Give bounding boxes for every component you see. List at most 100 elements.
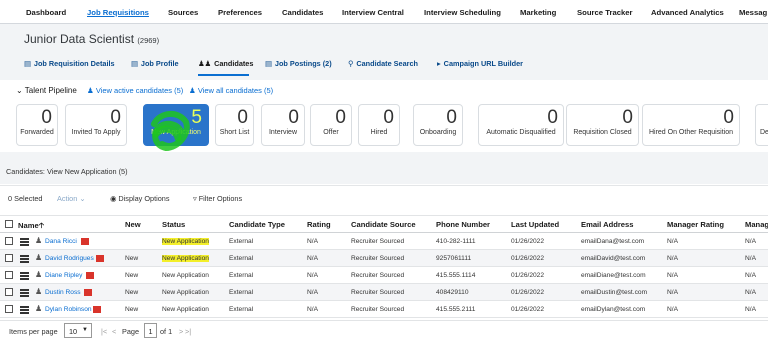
cell-rating: N/A (307, 255, 318, 262)
nav-marketing[interactable]: Marketing (520, 8, 556, 17)
stage-count: 5 (191, 107, 202, 128)
stage-invited-to-apply[interactable]: 0 Invited To Apply (65, 104, 127, 146)
cell-manager-rating: N/A (667, 238, 678, 245)
row-checkbox[interactable] (5, 237, 13, 245)
menu-icon[interactable] (20, 289, 29, 297)
last-page-icon[interactable]: >| (185, 327, 191, 336)
stage-label: Requisition Closed (573, 129, 632, 136)
stage-hired[interactable]: 0 Hired (358, 104, 400, 146)
cell-manager: N/A (745, 306, 756, 313)
filter-options-button[interactable]: ▿ Filter Options (193, 194, 242, 203)
nav-advanced-analytics[interactable]: Advanced Analytics (651, 8, 724, 17)
nav-candidates[interactable]: Candidates (282, 8, 323, 17)
filter-options-label: Filter Options (198, 194, 243, 203)
candidate-name-link[interactable]: Dustin Ross (45, 289, 81, 296)
table-row[interactable]: ♟ Dustin Ross New New Application Extern… (0, 284, 768, 301)
cell-manager-rating: N/A (667, 255, 678, 262)
nav-interview-central[interactable]: Interview Central (342, 8, 404, 17)
stage-declined[interactable]: De (755, 104, 768, 146)
table-row[interactable]: ♟ David Rodrigues New New Application Ex… (0, 250, 768, 267)
column-manager-rating[interactable]: Manager Rating (667, 220, 724, 229)
view-all-candidates-link[interactable]: ♟ View all candidates (5) (189, 86, 273, 95)
selected-count: 0 Selected (8, 194, 43, 203)
column-candidate-type[interactable]: Candidate Type (229, 220, 285, 229)
stage-offer[interactable]: 0 Offer (310, 104, 352, 146)
flag-icon (96, 255, 104, 262)
column-phone-number[interactable]: Phone Number (436, 220, 490, 229)
stage-interview[interactable]: 0 Interview (261, 104, 305, 146)
view-active-candidates-link[interactable]: ♟ View active candidates (5) (87, 86, 183, 95)
cell-manager: N/A (745, 238, 756, 245)
next-page-icon[interactable]: > (179, 327, 183, 336)
column-status[interactable]: Status (162, 220, 185, 229)
stage-new-application[interactable]: 5 New Application (143, 104, 209, 146)
menu-icon[interactable] (20, 272, 29, 280)
stage-onboarding[interactable]: 0 Onboarding (413, 104, 463, 146)
column-manager[interactable]: Manag (745, 220, 768, 229)
candidate-name-link[interactable]: David Rodrigues (45, 255, 94, 262)
items-per-page-select[interactable]: 10 ▼ (64, 323, 92, 338)
candidate-name-link[interactable]: Diane Ripley (45, 272, 82, 279)
nav-source-tracker[interactable]: Source Tracker (577, 8, 633, 17)
tab-job-requisition-details[interactable]: ▤ Job Requisition Details (24, 59, 115, 68)
sort-ascending-icon: 🡡 (38, 221, 45, 230)
table-row[interactable]: ♟ Dylan Robinson New New Application Ext… (0, 301, 768, 318)
stage-automatic-disqualified[interactable]: 0 Automatic Disqualified (478, 104, 564, 146)
active-tab-indicator (198, 74, 249, 76)
tab-job-profile[interactable]: ▤ Job Profile (131, 59, 179, 68)
menu-icon[interactable] (20, 255, 29, 263)
candidate-name-link[interactable]: Dana Ricci (45, 238, 77, 245)
row-checkbox[interactable] (5, 254, 13, 262)
column-rating[interactable]: Rating (307, 220, 331, 229)
table-row[interactable]: ♟ Diane Ripley New New Application Exter… (0, 267, 768, 284)
row-checkbox[interactable] (5, 305, 13, 313)
stage-short-list[interactable]: 0 Short List (215, 104, 254, 146)
display-options-button[interactable]: ◉ Display Options (110, 194, 170, 203)
table-row[interactable]: ♟ Dana Ricci New Application External N/… (0, 233, 768, 250)
stage-label: New Application (151, 129, 201, 136)
row-checkbox[interactable] (5, 271, 13, 279)
previous-page-icon[interactable]: < (112, 327, 116, 336)
talent-pipeline-toggle[interactable]: ⌄ Talent Pipeline (16, 86, 77, 95)
link-label: View all candidates (5) (197, 86, 274, 95)
column-email-address[interactable]: Email Address (581, 220, 633, 229)
nav-messages[interactable]: Messag (739, 8, 767, 17)
chevron-down-icon: ▼ (82, 327, 88, 333)
nav-dashboard[interactable]: Dashboard (26, 8, 66, 17)
tab-campaign-url-builder[interactable]: ▸ Campaign URL Builder (437, 59, 523, 68)
column-candidate-source[interactable]: Candidate Source (351, 220, 416, 229)
cell-updated: 01/26/2022 (511, 272, 545, 279)
row-checkbox[interactable] (5, 288, 13, 296)
items-per-page-label: Items per page (9, 327, 58, 336)
action-menu[interactable]: Action ⌄ (57, 194, 85, 203)
page-label: Page (122, 327, 140, 336)
stage-label: Onboarding (419, 129, 457, 136)
cell-phone: 415.555.1114 (436, 272, 476, 279)
document-icon: ▤ (265, 59, 272, 68)
tab-job-postings[interactable]: ▤ Job Postings (2) (265, 59, 332, 68)
nav-sources[interactable]: Sources (168, 8, 198, 17)
stage-requisition-closed[interactable]: 0 Requisition Closed (566, 104, 639, 146)
column-new[interactable]: New (125, 220, 141, 229)
page-number-input[interactable]: 1 (144, 323, 157, 338)
nav-job-requisitions[interactable]: Job Requisitions (87, 8, 149, 17)
first-page-icon[interactable]: |< (101, 327, 107, 336)
cell-updated: 01/26/2022 (511, 238, 545, 245)
menu-icon[interactable] (20, 238, 29, 246)
stage-hired-on-other-requisition[interactable]: 0 Hired On Other Requisition (642, 104, 740, 146)
tab-candidates[interactable]: ♟♟ Candidates (198, 59, 253, 68)
nav-interview-scheduling[interactable]: Interview Scheduling (424, 8, 501, 17)
select-all-checkbox[interactable] (5, 220, 13, 228)
tab-candidate-search[interactable]: ⚲ Candidate Search (348, 59, 418, 68)
stage-count: 0 (237, 107, 248, 128)
stage-forwarded[interactable]: 0 Forwarded (16, 104, 58, 146)
person-icon: ♟ (35, 253, 43, 262)
cell-new: New (125, 272, 139, 279)
nav-preferences[interactable]: Preferences (218, 8, 262, 17)
action-label: Action (57, 194, 78, 203)
column-name[interactable]: Name🡡 (18, 220, 44, 233)
menu-icon[interactable] (20, 306, 29, 314)
candidate-name-link[interactable]: Dylan Robinson (45, 306, 92, 313)
stage-count: 0 (622, 107, 633, 128)
column-last-updated[interactable]: Last Updated (511, 220, 559, 229)
